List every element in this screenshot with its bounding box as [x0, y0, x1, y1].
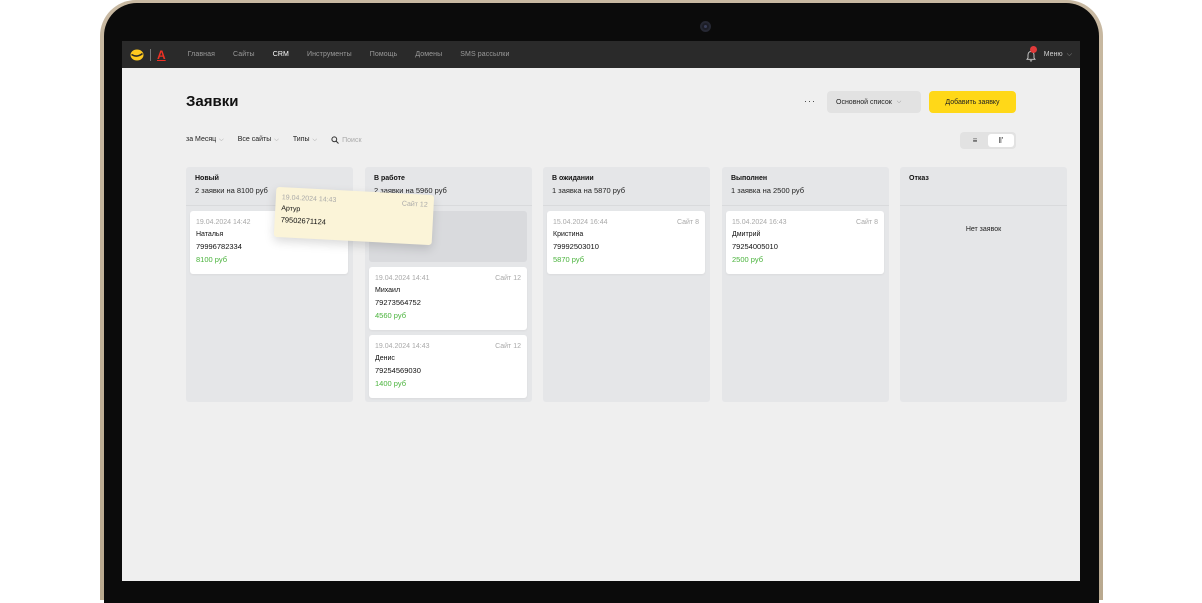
column-header: В ожидании 1 заявка на 5870 руб	[543, 167, 710, 206]
more-options-button[interactable]: ···	[804, 96, 816, 106]
nav-item-sms[interactable]: SMS рассылки	[460, 51, 509, 58]
column-waiting: В ожидании 1 заявка на 5870 руб 15.04.20…	[543, 167, 710, 402]
notifications-button[interactable]	[1025, 45, 1037, 61]
app-screen: А Главная Сайты CRM Инструменты Помощь Д…	[122, 41, 1080, 581]
chevron-down-icon: ⌵	[219, 137, 224, 143]
nav-item-sites[interactable]: Сайты	[233, 51, 255, 58]
request-card[interactable]: 19.04.2024 14:43 Сайт 12 Денис 7925456903…	[369, 335, 527, 398]
column-header: Отказ	[900, 167, 1067, 206]
column-title: В ожидании	[552, 175, 594, 182]
types-filter-label: Типы	[292, 136, 310, 143]
dragging-request-card[interactable]: 19.04.2024 14:43 Сайт 12 Артур 7950267112…	[273, 186, 435, 246]
column-summary: 1 заявка на 2500 руб	[731, 186, 804, 195]
card-date: 19.04.2024 14:43	[281, 194, 337, 205]
card-site: Сайт 12	[495, 275, 521, 282]
alfa-logo-icon: А	[157, 47, 166, 62]
card-name: Дмитрий	[732, 231, 761, 238]
nav-item-home[interactable]: Главная	[188, 51, 215, 58]
brand-logos[interactable]: А	[130, 47, 166, 62]
card-site: Сайт 12	[495, 343, 521, 350]
chevron-down-icon: ⌵	[1066, 50, 1072, 58]
search-placeholder: Поиск	[342, 136, 362, 144]
column-header: Выполнен 1 заявка на 2500 руб	[722, 167, 889, 206]
request-card[interactable]: 15.04.2024 16:44 Сайт 8 Кристина 79992503…	[547, 211, 705, 274]
card-phone: 79996782334	[196, 242, 242, 251]
request-card[interactable]: 19.04.2024 14:41 Сайт 12 Михаил 792735647…	[369, 267, 527, 330]
main-nav: Главная Сайты CRM Инструменты Помощь Дом…	[188, 51, 528, 58]
card-name: Денис	[375, 355, 395, 362]
sites-filter[interactable]: Все сайты ⌵	[238, 136, 279, 144]
card-site: Сайт 8	[856, 219, 878, 226]
card-price: 8100 руб	[196, 255, 227, 264]
card-date: 19.04.2024 14:42	[196, 219, 251, 226]
beeline-logo-icon	[130, 49, 144, 60]
period-filter-label: за Месяц	[186, 136, 217, 143]
board-view-button[interactable]: ǁ'	[988, 134, 1014, 147]
period-filter[interactable]: за Месяц ⌵	[186, 136, 224, 144]
card-price: 2500 руб	[732, 255, 763, 264]
view-toggle: ≡ ǁ'	[960, 132, 1016, 149]
card-price: 1400 руб	[375, 379, 406, 388]
types-filter[interactable]: Типы ⌵	[293, 136, 317, 144]
request-card[interactable]: 15.04.2024 16:43 Сайт 8 Дмитрий 792540050…	[726, 211, 884, 274]
column-rejected: Отказ Нет заявок	[900, 167, 1067, 402]
chevron-down-icon: ⌵	[274, 137, 279, 143]
empty-column-message: Нет заявок	[965, 226, 1002, 233]
nav-item-domains[interactable]: Домены	[415, 51, 442, 58]
list-view-button[interactable]: ≡	[962, 134, 988, 147]
list-select-value: Основной список	[836, 98, 892, 106]
card-date: 19.04.2024 14:41	[375, 275, 430, 282]
page-title: Заявки	[186, 93, 239, 110]
list-select-dropdown[interactable]: Основной список ⌵	[827, 91, 921, 113]
card-date: 19.04.2024 14:43	[375, 343, 430, 350]
filters-bar: за Месяц ⌵ Все сайты ⌵ Типы ⌵ Поиск	[186, 136, 362, 144]
sites-filter-label: Все сайты	[237, 136, 272, 143]
nav-item-crm[interactable]: CRM	[273, 51, 289, 58]
search-input[interactable]: Поиск	[331, 136, 362, 144]
column-title: Новый	[195, 175, 219, 182]
notification-dot	[1029, 45, 1037, 53]
card-name: Михаил	[375, 287, 401, 294]
chevron-down-icon: ⌵	[312, 137, 318, 143]
chevron-down-icon: ⌵	[896, 98, 902, 105]
card-price: 4560 руб	[375, 311, 406, 320]
column-title: В работе	[374, 175, 405, 182]
topbar-right: Меню ⌵	[1025, 41, 1072, 68]
card-name: Кристина	[553, 231, 584, 238]
search-icon	[331, 136, 339, 144]
webcam-icon	[700, 21, 711, 32]
card-phone: 79273564752	[375, 298, 421, 307]
nav-item-tools[interactable]: Инструменты	[307, 51, 352, 58]
nav-item-help[interactable]: Помощь	[370, 51, 398, 58]
top-navigation-bar: А Главная Сайты CRM Инструменты Помощь Д…	[122, 41, 1080, 68]
card-phone: 79992503010	[553, 242, 599, 251]
card-site: Сайт 12	[401, 200, 428, 209]
card-price: 5870 руб	[553, 255, 584, 264]
add-request-button[interactable]: Добавить заявку	[929, 91, 1016, 113]
brand-separator	[150, 48, 151, 61]
card-phone: 79254569030	[375, 366, 421, 375]
column-title: Отказ	[909, 175, 929, 182]
column-summary: 1 заявка на 5870 руб	[552, 186, 625, 195]
menu-button[interactable]: Меню	[1044, 51, 1063, 58]
column-done: Выполнен 1 заявка на 2500 руб 15.04.2024…	[722, 167, 889, 402]
card-site: Сайт 8	[677, 219, 699, 226]
card-date: 15.04.2024 16:43	[732, 219, 787, 226]
card-date: 15.04.2024 16:44	[553, 219, 608, 226]
column-title: Выполнен	[731, 175, 768, 182]
card-phone: 79254005010	[732, 242, 778, 251]
